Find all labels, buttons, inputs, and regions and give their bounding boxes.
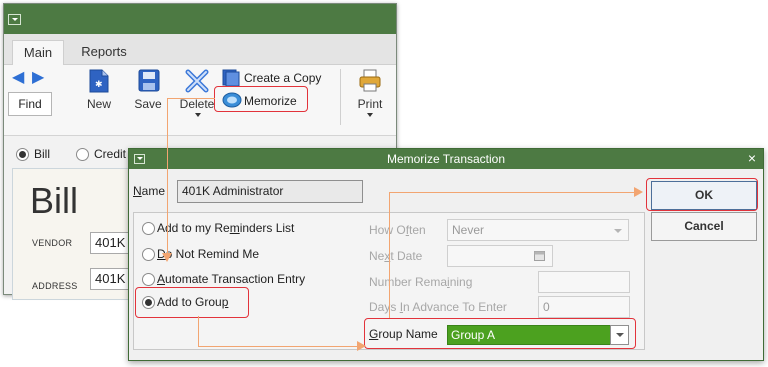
- create-copy-icon: [222, 69, 240, 87]
- reminders-label: Add to my Reminders List: [157, 221, 295, 235]
- reminders-radio[interactable]: [142, 222, 155, 235]
- delete-button[interactable]: Delete: [176, 69, 218, 121]
- bill-radio[interactable]: [16, 148, 29, 161]
- how-often-select[interactable]: Never: [447, 219, 629, 241]
- new-button[interactable]: ✱ New: [82, 69, 116, 121]
- next-date-label: Next Date: [369, 249, 423, 263]
- print-button[interactable]: Print: [350, 69, 390, 125]
- print-icon: [359, 69, 381, 92]
- forward-arrow-icon[interactable]: ▶: [32, 70, 44, 86]
- bill-title: Bill: [30, 180, 79, 221]
- how-often-label: How Often: [369, 223, 426, 237]
- save-icon: [138, 69, 160, 92]
- connector-arrowhead: [162, 253, 172, 262]
- connector-line: [167, 98, 168, 254]
- ribbon-toolbar: ◀ ▶ Find ✱ New Save Delete Create a Copy…: [4, 65, 396, 136]
- new-document-icon: ✱: [89, 69, 109, 93]
- chevron-down-icon: [367, 113, 373, 117]
- tab-reports[interactable]: Reports: [74, 40, 134, 64]
- new-label: New: [86, 97, 111, 111]
- automate-entry-label: Automate Transaction Entry: [157, 272, 306, 286]
- create-copy-label: Create a Copy: [244, 71, 322, 85]
- connector-arrowhead: [357, 341, 366, 351]
- save-button[interactable]: Save: [128, 69, 168, 121]
- back-arrow-icon[interactable]: ◀: [12, 70, 24, 86]
- how-often-value: Never: [452, 223, 485, 237]
- calendar-icon[interactable]: [534, 250, 545, 261]
- save-label: Save: [134, 97, 162, 111]
- group-name-highlight: [364, 318, 636, 349]
- connector-arrowhead: [634, 187, 643, 197]
- delete-label: Delete: [179, 97, 215, 111]
- connector-line: [167, 98, 215, 99]
- connector-line: [389, 192, 635, 193]
- connector-line: [198, 316, 199, 346]
- days-in-advance-field[interactable]: 0: [538, 296, 630, 318]
- next-date-field[interactable]: [447, 245, 553, 267]
- ribbon-separator: [340, 69, 341, 125]
- cancel-button[interactable]: Cancel: [651, 212, 757, 241]
- vendor-label: VENDOR: [32, 238, 73, 248]
- print-label: Print: [357, 97, 383, 111]
- connector-line: [389, 192, 390, 318]
- dialog-titlebar: Memorize Transaction ×: [129, 149, 763, 169]
- bill-radio-label: Bill: [34, 147, 51, 161]
- dropdown-arrow-icon: [614, 229, 622, 233]
- svg-text:✱: ✱: [95, 80, 103, 90]
- delete-icon: [185, 69, 209, 93]
- dialog-title: Memorize Transaction: [386, 152, 506, 166]
- do-not-remind-radio[interactable]: [142, 248, 155, 261]
- memorize-highlight: [214, 86, 308, 112]
- ok-highlight: [646, 178, 758, 211]
- address-label: ADDRESS: [32, 281, 78, 291]
- name-label: Name: [133, 184, 166, 198]
- add-to-group-highlight: [135, 287, 249, 318]
- number-remaining-label: Number Remaining: [369, 275, 473, 289]
- number-remaining-field[interactable]: [538, 271, 630, 293]
- name-input[interactable]: 401K Administrator: [177, 180, 363, 203]
- tab-main[interactable]: Main: [12, 40, 64, 65]
- credit-radio-label: Credit: [94, 147, 127, 161]
- automate-entry-radio[interactable]: [142, 273, 155, 286]
- chevron-down-icon: [195, 113, 201, 117]
- system-menu-icon[interactable]: [8, 14, 21, 25]
- do-not-remind-label: Do Not Remind Me: [157, 247, 260, 261]
- bill-window-titlebar: [4, 4, 396, 34]
- connector-line: [198, 346, 358, 347]
- credit-radio[interactable]: [76, 148, 89, 161]
- find-button[interactable]: Find: [8, 92, 52, 116]
- close-icon[interactable]: ×: [745, 150, 759, 166]
